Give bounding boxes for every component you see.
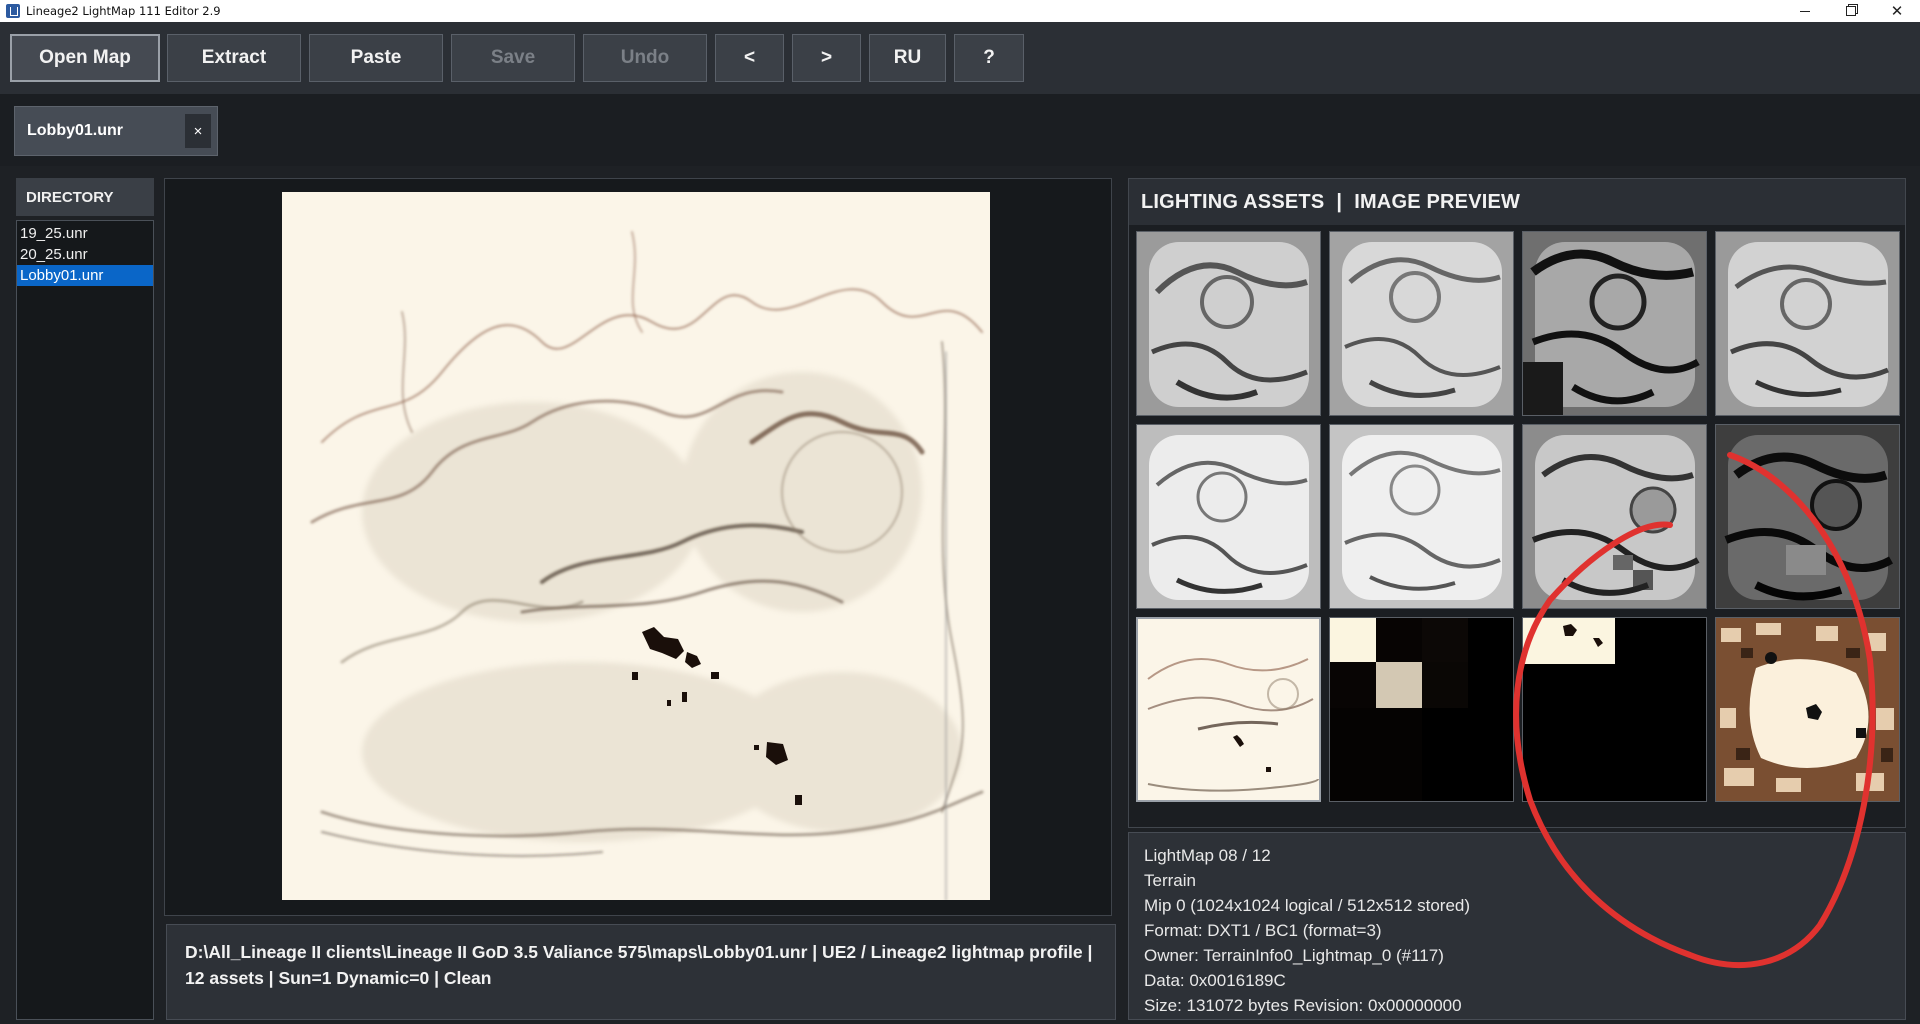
paste-button[interactable]: Paste	[309, 34, 443, 82]
asset-thumbnail[interactable]	[1715, 424, 1900, 609]
asset-thumbnail[interactable]	[1522, 617, 1707, 802]
asset-thumbnail[interactable]	[1136, 424, 1321, 609]
minimize-icon[interactable]	[1782, 0, 1828, 22]
assets-header-separator: |	[1336, 190, 1343, 213]
lightmap-preview-image	[282, 192, 990, 900]
asset-info-panel: LightMap 08 / 12 Terrain Mip 0 (1024x102…	[1128, 832, 1906, 1020]
asset-thumbnail[interactable]	[1522, 424, 1707, 609]
next-button[interactable]: >	[792, 34, 861, 82]
lightmap-image	[282, 192, 990, 900]
directory-item[interactable]: 20_25.unr	[17, 244, 153, 265]
lighting-assets-panel: LIGHTING ASSETS | IMAGE PREVIEW	[1128, 178, 1906, 828]
image-preview-frame	[164, 178, 1112, 916]
title-bar: Lineage2 LightMap 111 Editor 2.9 ✕	[0, 0, 1920, 22]
asset-thumbnail[interactable]	[1329, 424, 1514, 609]
window-controls: ✕	[1782, 0, 1920, 22]
asset-thumbnail[interactable]	[1136, 231, 1321, 416]
asset-thumbnail-selected[interactable]	[1136, 617, 1321, 802]
extract-button[interactable]: Extract	[167, 34, 301, 82]
tab-label: Lobby01.unr	[27, 122, 124, 139]
directory-item[interactable]: 19_25.unr	[17, 223, 153, 244]
asset-thumbnail[interactable]	[1329, 617, 1514, 802]
asset-thumbnail[interactable]	[1715, 231, 1900, 416]
assets-header: LIGHTING ASSETS | IMAGE PREVIEW	[1129, 179, 1905, 225]
asset-thumbnail[interactable]	[1522, 231, 1707, 416]
help-button[interactable]: ?	[954, 34, 1024, 82]
info-mip: Mip 0 (1024x1024 logical / 512x512 store…	[1144, 896, 1471, 915]
info-format: Format: DXT1 / BC1 (format=3)	[1144, 921, 1382, 940]
undo-button[interactable]: Undo	[583, 34, 707, 82]
toolbar: Open Map Extract Paste Save Undo < > RU …	[0, 22, 1920, 94]
open-map-button[interactable]: Open Map	[10, 34, 160, 82]
language-button[interactable]: RU	[869, 34, 946, 82]
directory-header: DIRECTORY	[16, 178, 154, 216]
tab-close-icon[interactable]: ×	[185, 114, 211, 148]
tab-lobby01[interactable]: Lobby01.unr ×	[14, 106, 218, 156]
assets-header-title: LIGHTING ASSETS	[1141, 190, 1325, 213]
window-title: Lineage2 LightMap 111 Editor 2.9	[26, 4, 221, 18]
maximize-icon[interactable]	[1828, 0, 1874, 22]
asset-thumbnail[interactable]	[1715, 617, 1900, 802]
asset-thumbnail[interactable]	[1329, 231, 1514, 416]
info-size: Size: 131072 bytes Revision: 0x00000000	[1144, 996, 1462, 1015]
info-lightmap-index: LightMap 08 / 12	[1144, 846, 1271, 865]
info-owner: Owner: TerrainInfo0_Lightmap_0 (#117)	[1144, 946, 1444, 965]
directory-list[interactable]: 19_25.unr 20_25.unr Lobby01.unr	[16, 220, 154, 1020]
status-text: D:\All_Lineage II clients\Lineage II GoD…	[166, 924, 1116, 1020]
previous-button[interactable]: <	[715, 34, 784, 82]
tab-strip: Lobby01.unr ×	[0, 94, 1920, 166]
directory-item-selected[interactable]: Lobby01.unr	[17, 265, 153, 286]
image-preview-title: IMAGE PREVIEW	[1354, 190, 1521, 213]
info-type: Terrain	[1144, 871, 1196, 890]
app-icon	[6, 4, 20, 18]
save-button[interactable]: Save	[451, 34, 575, 82]
close-icon[interactable]: ✕	[1874, 0, 1920, 22]
info-data: Data: 0x0016189C	[1144, 971, 1286, 990]
directory-panel: DIRECTORY 19_25.unr 20_25.unr Lobby01.un…	[16, 178, 154, 1020]
